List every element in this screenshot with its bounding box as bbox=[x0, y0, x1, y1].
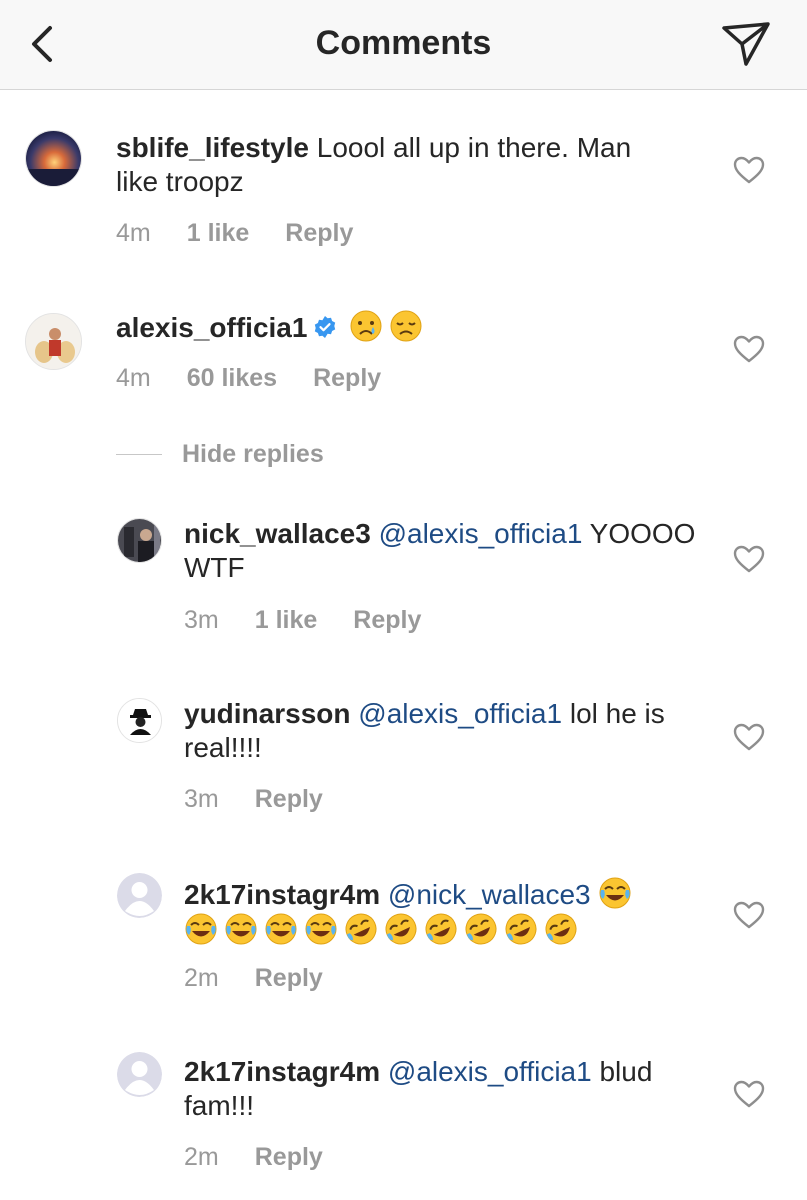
heart-icon[interactable] bbox=[733, 544, 765, 574]
avatar[interactable] bbox=[117, 518, 162, 563]
joy-emoji-icon bbox=[598, 876, 632, 910]
page-title: Comments bbox=[315, 24, 492, 62]
hide-replies-toggle[interactable]: Hide replies bbox=[116, 440, 324, 469]
verified-badge-icon bbox=[315, 316, 336, 338]
joy-emoji-icon bbox=[304, 912, 338, 946]
default-avatar-icon[interactable] bbox=[117, 873, 162, 918]
heart-icon[interactable] bbox=[733, 722, 765, 752]
reply-meta: 2m Reply bbox=[184, 1143, 323, 1172]
rofl-emoji-icon bbox=[384, 912, 418, 946]
comment-time: 4m bbox=[116, 219, 151, 247]
reply-button[interactable]: Reply bbox=[353, 606, 421, 635]
joy-emoji-icon bbox=[184, 912, 218, 946]
comment-likes[interactable]: 60 likes bbox=[187, 364, 277, 393]
joy-emoji-icon bbox=[264, 912, 298, 946]
send-icon bbox=[722, 22, 770, 66]
reply-text: yudinarsson @alexis_officia1 lol he is r… bbox=[184, 697, 704, 765]
reply-button[interactable]: Reply bbox=[255, 785, 323, 814]
share-button[interactable] bbox=[718, 18, 774, 70]
reply-text: 2k17instagr4m @alexis_officia1 blud fam!… bbox=[184, 1055, 704, 1123]
comment-meta: 4m 1 like Reply bbox=[116, 219, 353, 248]
heart-icon[interactable] bbox=[733, 155, 765, 185]
mention-link[interactable]: @nick_wallace3 bbox=[388, 879, 591, 910]
comment-meta: 4m 60 likes Reply bbox=[116, 364, 381, 393]
reply-likes[interactable]: 1 like bbox=[255, 606, 318, 635]
rofl-emoji-icon bbox=[544, 912, 578, 946]
top-navigation-bar: Comments bbox=[0, 0, 807, 90]
reply-text: 2k17instagr4m @nick_wallace3 bbox=[184, 876, 704, 948]
reply-username[interactable]: nick_wallace3 bbox=[184, 518, 371, 549]
comment-username[interactable]: sblife_lifestyle bbox=[116, 132, 309, 163]
reply-username[interactable]: 2k17instagr4m bbox=[184, 1056, 380, 1087]
heart-icon[interactable] bbox=[733, 900, 765, 930]
comment-time: 4m bbox=[116, 364, 151, 392]
rofl-emoji-icon bbox=[424, 912, 458, 946]
reply-meta: 3m 1 like Reply bbox=[184, 606, 421, 635]
reply-meta: 3m Reply bbox=[184, 785, 323, 814]
comment-text: sblife_lifestyle Loool all up in there. … bbox=[116, 131, 676, 199]
reply-username[interactable]: yudinarsson bbox=[184, 698, 350, 729]
hide-replies-label: Hide replies bbox=[182, 440, 324, 468]
disappointed-face-emoji-icon bbox=[390, 310, 422, 342]
default-avatar-icon[interactable] bbox=[117, 1052, 162, 1097]
reply-time: 2m bbox=[184, 964, 219, 992]
reply-time: 2m bbox=[184, 1143, 219, 1171]
rofl-emoji-icon bbox=[464, 912, 498, 946]
avatar[interactable] bbox=[117, 698, 162, 743]
comment-text: alexis_officia1 bbox=[116, 309, 676, 345]
reply-button[interactable]: Reply bbox=[255, 964, 323, 993]
mention-link[interactable]: @alexis_officia1 bbox=[358, 698, 562, 729]
reply-time: 3m bbox=[184, 606, 219, 634]
comment-username[interactable]: alexis_officia1 bbox=[116, 312, 307, 343]
mention-link[interactable]: @alexis_officia1 bbox=[388, 1056, 592, 1087]
reply-text: nick_wallace3 @alexis_officia1 YOOOO WTF bbox=[184, 517, 704, 585]
reply-button[interactable]: Reply bbox=[255, 1143, 323, 1172]
rofl-emoji-icon bbox=[344, 912, 378, 946]
joy-emoji-icon bbox=[224, 912, 258, 946]
crying-face-emoji-icon bbox=[350, 310, 382, 342]
reply-button[interactable]: Reply bbox=[313, 364, 381, 393]
avatar[interactable] bbox=[25, 130, 82, 187]
mention-link[interactable]: @alexis_officia1 bbox=[379, 518, 583, 549]
reply-username[interactable]: 2k17instagr4m bbox=[184, 879, 380, 910]
divider bbox=[116, 454, 162, 455]
heart-icon[interactable] bbox=[733, 1079, 765, 1109]
reply-button[interactable]: Reply bbox=[285, 219, 353, 248]
reply-meta: 2m Reply bbox=[184, 964, 323, 993]
rofl-emoji-icon bbox=[504, 912, 538, 946]
reply-time: 3m bbox=[184, 785, 219, 813]
comment-likes[interactable]: 1 like bbox=[187, 219, 250, 248]
heart-icon[interactable] bbox=[733, 334, 765, 364]
avatar[interactable] bbox=[25, 313, 82, 370]
